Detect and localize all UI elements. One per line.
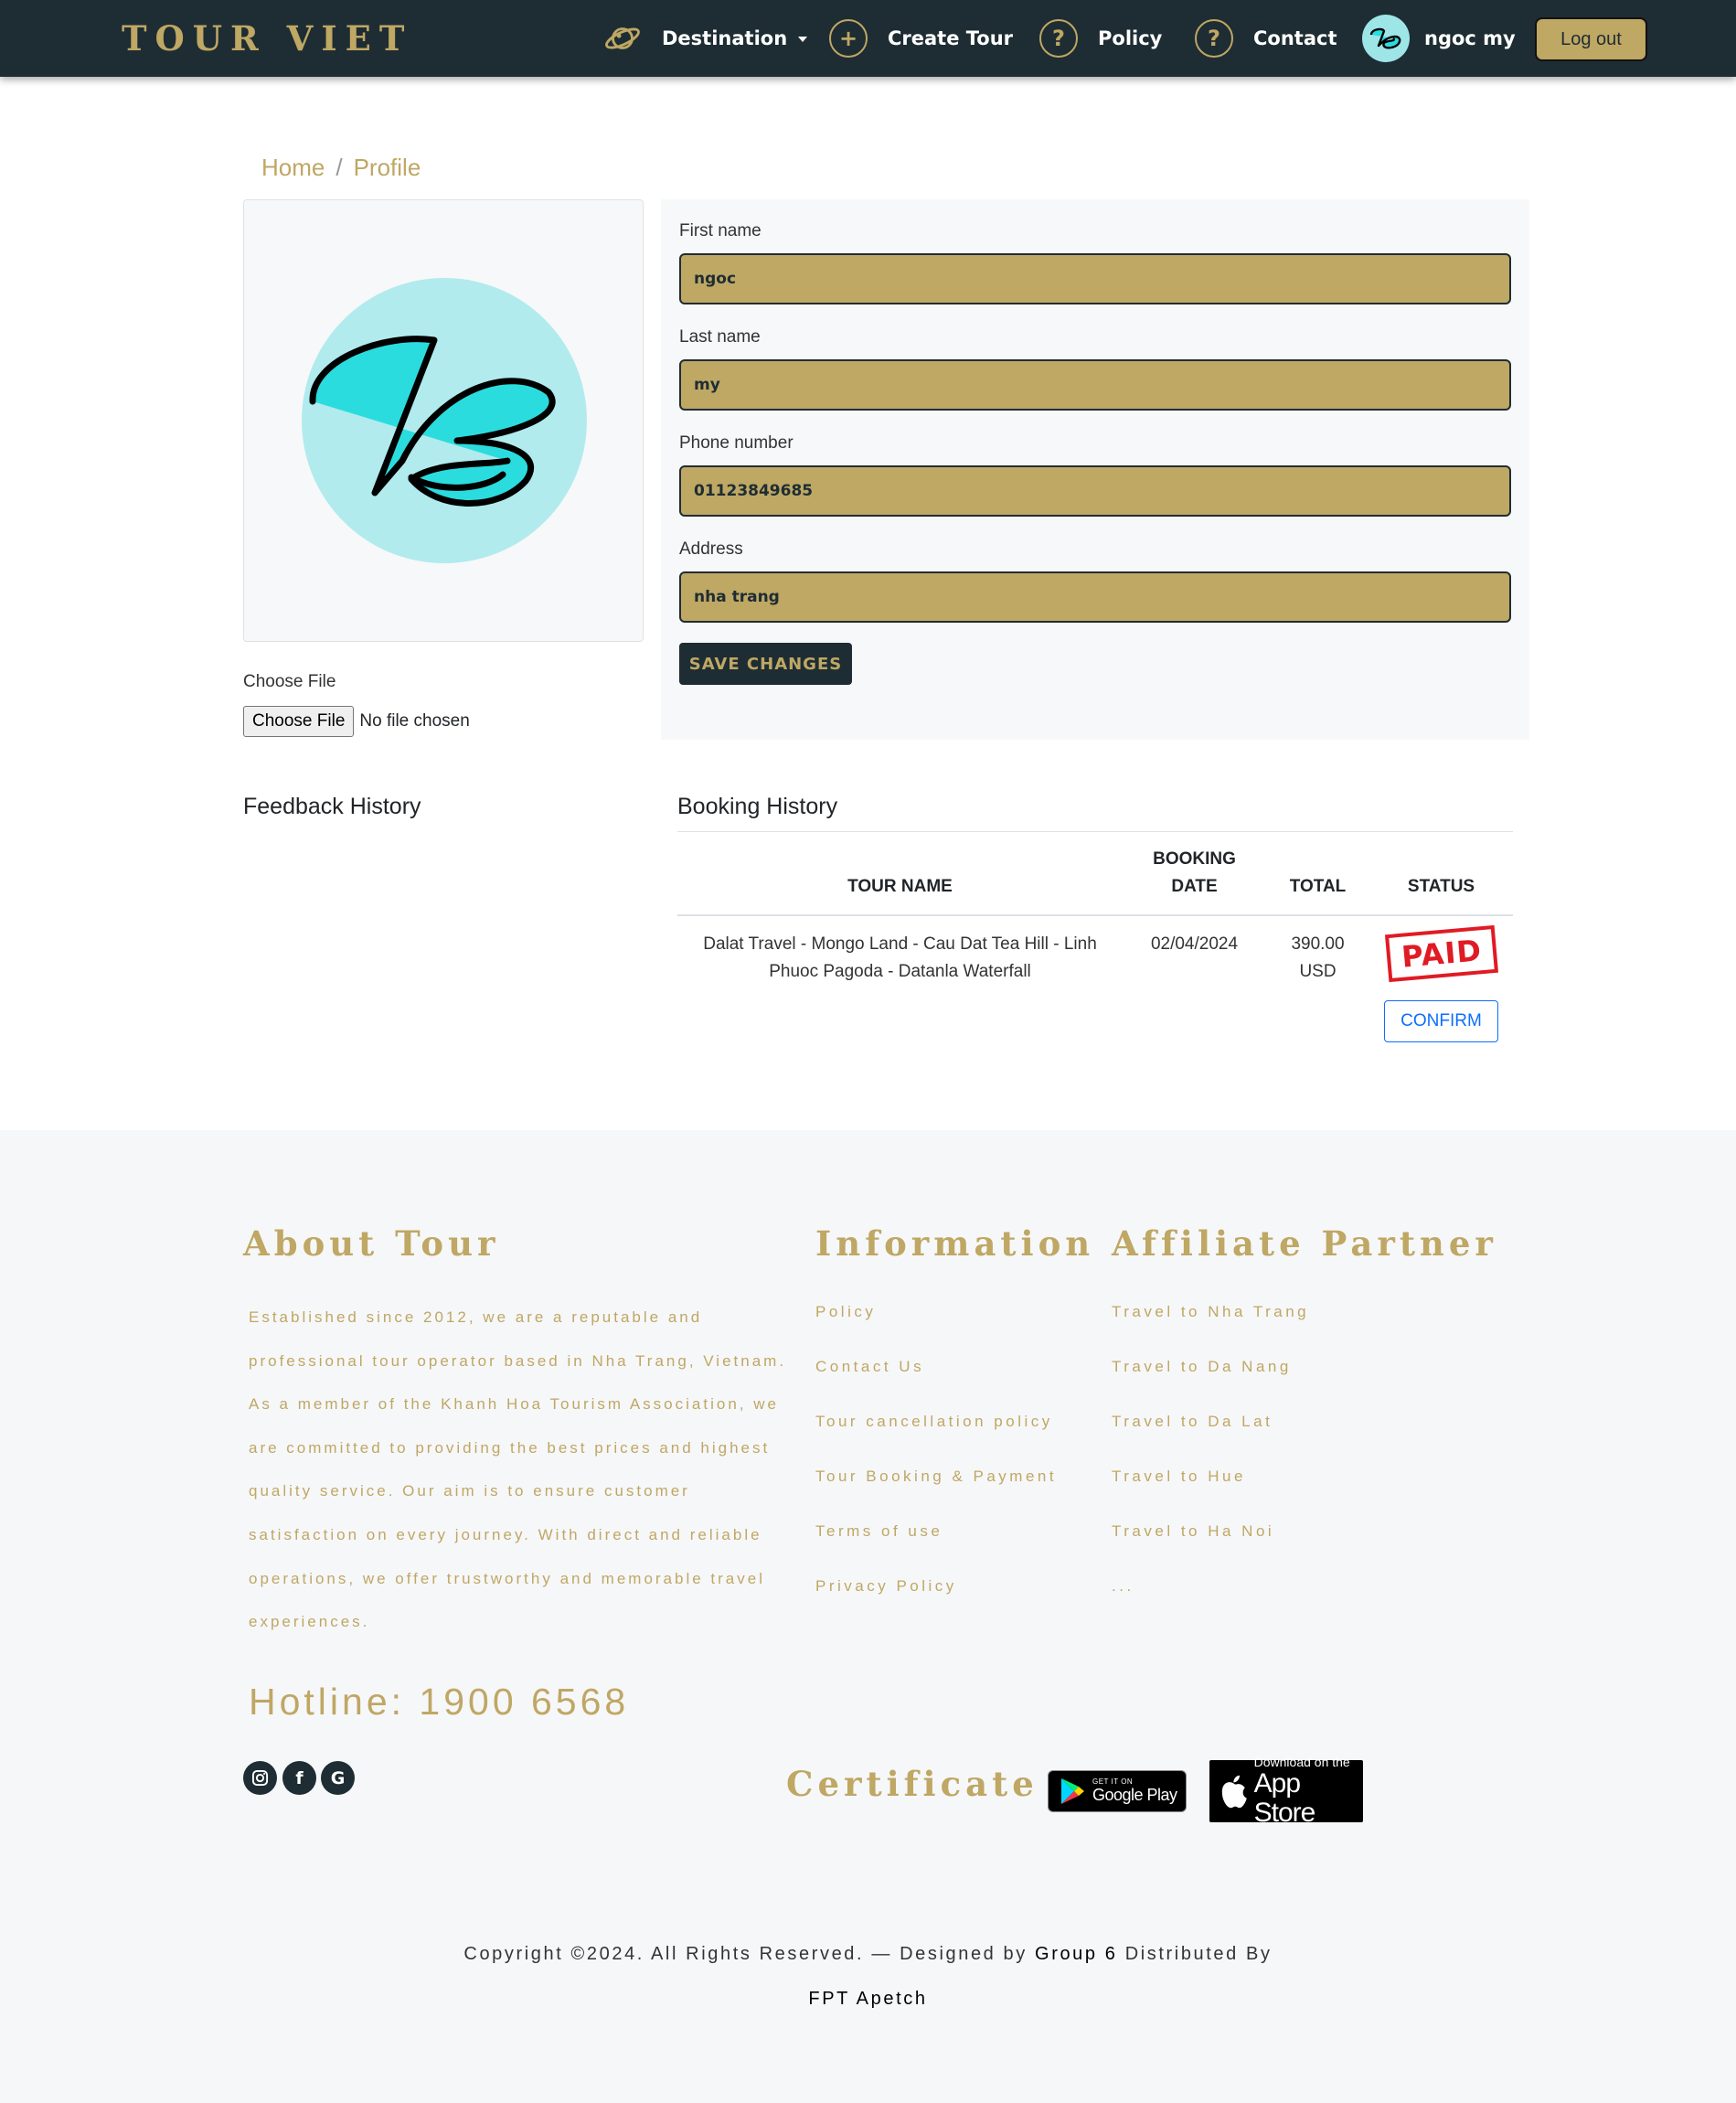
partner-link-da-lat[interactable]: Travel to Da Lat xyxy=(1112,1413,1273,1431)
distributor-line: FPT Apetch xyxy=(0,1989,1736,2010)
address-field[interactable]: nha trang xyxy=(679,571,1511,623)
paid-status-stamp: PAID xyxy=(1384,924,1499,983)
user-name: ngoc my xyxy=(1424,27,1516,49)
th-tour-name: TOUR NAME xyxy=(847,877,953,896)
nav-contact[interactable]: ? Contact xyxy=(1195,0,1337,77)
google-play-icon xyxy=(1061,1778,1084,1804)
nav-user[interactable]: ngoc my xyxy=(1362,0,1516,77)
td-total-amount: 390.00 xyxy=(1291,934,1345,954)
google-icon[interactable]: G xyxy=(321,1761,355,1795)
question-circle-icon: ? xyxy=(1195,19,1233,58)
partner-link-more[interactable]: ... xyxy=(1112,1577,1134,1596)
google-play-small: GET IT ON xyxy=(1092,1777,1134,1786)
td-total-currency: USD xyxy=(1299,962,1337,981)
avatar-card xyxy=(243,199,644,642)
footer-link-contact[interactable]: Contact Us xyxy=(815,1358,924,1376)
breadcrumb: Home / Profile xyxy=(261,154,421,182)
logout-button[interactable]: Log out xyxy=(1535,17,1647,61)
choose-file-button[interactable]: Choose File xyxy=(243,706,355,737)
file-status: No file chosen xyxy=(359,711,470,731)
td-tour-name-1: Dalat Travel - Mongo Land - Cau Dat Tea … xyxy=(703,934,1097,954)
nav-contact-label: Contact xyxy=(1253,27,1337,49)
th-booking-date-2: DATE xyxy=(1171,877,1218,896)
footer-link-privacy[interactable]: Privacy Policy xyxy=(815,1577,957,1596)
footer-link-booking-payment[interactable]: Tour Booking & Payment xyxy=(815,1468,1057,1486)
nav-create-tour-label: Create Tour xyxy=(888,27,1014,49)
nav-destination-label: Destination xyxy=(662,27,788,49)
nav-create-tour[interactable]: + Create Tour xyxy=(829,0,1013,77)
file-input: Choose File No file chosen xyxy=(243,706,470,737)
partner-link-nha-trang[interactable]: Travel to Nha Trang xyxy=(1112,1303,1309,1321)
information-title: Information xyxy=(815,1223,1095,1264)
profile-page: TOUR VIET Destination + Create Tour ? Po… xyxy=(0,0,1736,2103)
phone-field[interactable]: 01123849685 xyxy=(679,465,1511,517)
partner-link-hue[interactable]: Travel to Hue xyxy=(1112,1468,1246,1486)
question-circle-icon: ? xyxy=(1039,19,1078,58)
brand-logo[interactable]: TOUR VIET xyxy=(122,18,412,59)
nav-policy-label: Policy xyxy=(1098,27,1163,49)
instagram-icon[interactable] xyxy=(243,1761,277,1795)
nav-destination[interactable]: Destination xyxy=(603,0,808,77)
last-name-field[interactable]: my xyxy=(679,359,1511,411)
confirm-button[interactable]: CONFIRM xyxy=(1384,1000,1498,1042)
feedback-history-title: Feedback History xyxy=(243,794,421,819)
about-title: About Tour xyxy=(243,1223,500,1264)
phone-label: Phone number xyxy=(679,433,793,453)
profile-avatar xyxy=(302,278,587,563)
first-name-field[interactable]: ngoc xyxy=(679,253,1511,304)
chevron-down-icon xyxy=(798,37,808,42)
avatar-logo-icon xyxy=(309,336,556,507)
google-play-badge[interactable]: GET IT ON Google Play xyxy=(1048,1770,1187,1812)
google-play-big: Google Play xyxy=(1092,1786,1177,1804)
file-field-label: Choose File xyxy=(243,672,336,691)
first-name-label: First name xyxy=(679,221,761,240)
distributed-text: Distributed By xyxy=(1124,1944,1273,1964)
certificate-title: Certificate xyxy=(786,1764,1038,1804)
copyright-line: Copyright ©2024. All Rights Reserved. — … xyxy=(0,1944,1736,1965)
app-store-big: App Store xyxy=(1253,1768,1316,1828)
th-status: STATUS xyxy=(1407,877,1475,896)
nav-policy[interactable]: ? Policy xyxy=(1039,0,1162,77)
breadcrumb-current: Profile xyxy=(353,154,421,181)
last-name-label: Last name xyxy=(679,327,761,347)
app-store-badge[interactable]: Download on the App Store xyxy=(1209,1755,1363,1828)
table-header-line xyxy=(677,914,1513,916)
top-navbar: TOUR VIET Destination + Create Tour ? Po… xyxy=(0,0,1736,77)
breadcrumb-separator: / xyxy=(335,154,343,181)
facebook-icon[interactable]: f xyxy=(282,1761,316,1795)
footer-link-cancellation[interactable]: Tour cancellation policy xyxy=(815,1413,1053,1431)
distributor-name: FPT Apetch xyxy=(808,1989,928,2009)
th-total: TOTAL xyxy=(1289,877,1347,896)
footer-link-policy[interactable]: Policy xyxy=(815,1303,876,1321)
designer-name: Group 6 xyxy=(1035,1944,1118,1964)
partner-link-da-nang[interactable]: Travel to Da Nang xyxy=(1112,1358,1292,1376)
copyright-text: Copyright ©2024. All Rights Reserved. — … xyxy=(463,1944,1028,1964)
partner-title: Affiliate Partner xyxy=(1112,1223,1497,1264)
planet-icon xyxy=(603,19,642,58)
save-changes-button[interactable]: SAVE CHANGES xyxy=(679,643,852,685)
partner-link-ha-noi[interactable]: Travel to Ha Noi xyxy=(1112,1522,1274,1541)
td-tour-name-2: Phuoc Pagoda - Datanla Waterfall xyxy=(769,962,1031,981)
th-booking-date-1: BOOKING xyxy=(1153,849,1236,869)
hotline: Hotline: 1900 6568 xyxy=(249,1681,630,1723)
breadcrumb-home[interactable]: Home xyxy=(261,154,325,182)
address-label: Address xyxy=(679,539,743,559)
footer-link-terms[interactable]: Terms of use xyxy=(815,1522,943,1541)
td-booking-date: 02/04/2024 xyxy=(1150,934,1239,954)
apple-icon xyxy=(1221,1775,1247,1809)
booking-history-title: Booking History xyxy=(677,794,838,819)
table-divider xyxy=(677,831,1513,832)
app-store-small: Download on the xyxy=(1253,1755,1350,1769)
avatar xyxy=(1362,15,1410,62)
plus-circle-icon: + xyxy=(829,19,868,58)
about-text: Established since 2012, we are a reputab… xyxy=(249,1308,787,1631)
